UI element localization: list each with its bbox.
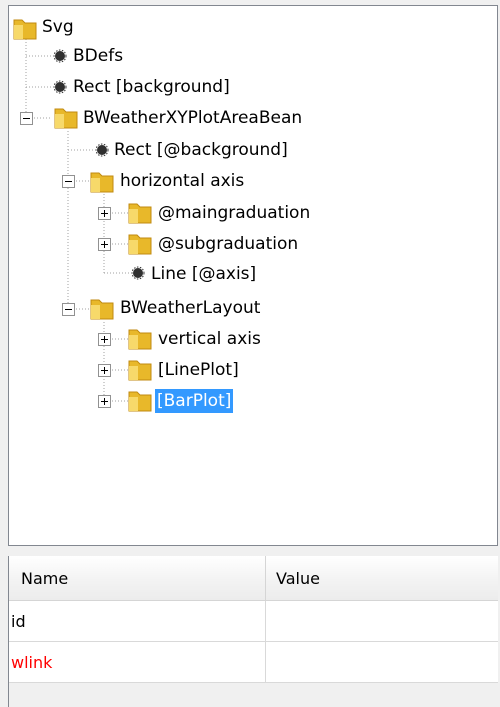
folder-icon: [128, 391, 152, 412]
folder-icon: [90, 299, 114, 320]
tree-node-subgraduation[interactable]: @subgraduation: [156, 232, 300, 256]
tree-panel[interactable]: Svg BDefs Rect [background] BWeatherXYPl…: [8, 5, 498, 546]
collapse-icon[interactable]: [62, 175, 75, 188]
property-value-wlink[interactable]: [265, 641, 498, 683]
property-table: Name Value id wlink: [9, 556, 498, 683]
expand-icon[interactable]: [98, 395, 111, 408]
folder-icon: [128, 360, 152, 381]
panel-splitter[interactable]: [0, 548, 500, 556]
tree-node-barplot[interactable]: [BarPlot]: [155, 389, 234, 413]
property-name-id: id: [9, 600, 266, 642]
tree-node-bdefs[interactable]: BDefs: [71, 44, 125, 68]
folder-icon: [54, 108, 78, 129]
property-header-row: Name Value: [9, 556, 498, 601]
tree-node-lineplot[interactable]: [LinePlot]: [156, 358, 241, 382]
column-header-name[interactable]: Name: [9, 556, 266, 601]
expand-icon[interactable]: [98, 333, 111, 346]
tree-node-vertical-axis[interactable]: vertical axis: [156, 327, 263, 351]
tree-node-bweatherlayout[interactable]: BWeatherLayout: [118, 296, 262, 320]
expand-icon[interactable]: [98, 238, 111, 251]
tree-node-bweatherxyplotareabean[interactable]: BWeatherXYPlotAreaBean: [81, 106, 304, 130]
folder-icon: [128, 234, 152, 255]
folder-icon: [128, 203, 152, 224]
collapse-icon[interactable]: [62, 303, 75, 316]
column-header-value[interactable]: Value: [265, 556, 498, 601]
tree-node-svg[interactable]: Svg: [40, 15, 76, 39]
expand-icon[interactable]: [98, 364, 111, 377]
leaf-node-icon: [53, 49, 67, 63]
property-row[interactable]: wlink: [9, 641, 498, 683]
property-row[interactable]: id: [9, 600, 498, 642]
leaf-node-icon: [95, 143, 109, 157]
property-panel: Name Value id wlink: [8, 556, 498, 707]
tree-node-rect-background[interactable]: Rect [background]: [71, 75, 232, 99]
leaf-node-icon: [53, 80, 67, 94]
folder-icon: [90, 172, 114, 193]
expand-icon[interactable]: [98, 207, 111, 220]
tree-node-horizontal-axis[interactable]: horizontal axis: [118, 169, 246, 193]
tree-node-rect-at-background[interactable]: Rect [@background]: [112, 138, 290, 162]
collapse-icon[interactable]: [20, 112, 33, 125]
leaf-node-icon: [131, 266, 145, 280]
folder-icon: [128, 329, 152, 350]
property-name-wlink: wlink: [9, 641, 266, 683]
tree-node-line-axis[interactable]: Line [@axis]: [149, 262, 258, 286]
tree-node-maingraduation[interactable]: @maingraduation: [156, 201, 312, 225]
property-value-id[interactable]: [265, 600, 498, 642]
folder-icon: [13, 19, 37, 40]
